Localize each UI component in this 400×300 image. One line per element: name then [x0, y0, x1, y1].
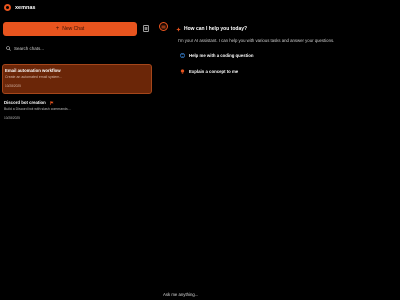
new-chat-label: New Chat [62, 26, 85, 32]
lightbulb-icon [180, 69, 185, 74]
manage-chats-icon[interactable] [143, 25, 149, 32]
welcome-title: How can I help you today? [184, 26, 248, 32]
message-composer [160, 283, 360, 300]
message-input[interactable] [160, 289, 360, 300]
new-chat-button[interactable]: + New Chat [3, 22, 137, 36]
chat-date: 10/28/2025 [4, 116, 20, 120]
brand-name: xemnas [15, 4, 36, 11]
brand-logo-icon [4, 4, 11, 11]
app-window: xemnas + New Chat Email automatio [0, 0, 400, 300]
sidebar: xemnas + New Chat Email automatio [0, 0, 156, 300]
collapse-icon [161, 25, 166, 28]
suggestion-label: Help me with a coding question [189, 53, 254, 58]
chat-date: 10/28/2025 [5, 84, 21, 88]
chat-preview: Create an automated email system... [5, 75, 63, 79]
collapse-sidebar-button[interactable] [159, 22, 168, 31]
plus-icon: + [55, 26, 60, 32]
chat-item-discord-bot[interactable]: Discord bot creation Build a Discord bot… [2, 97, 152, 124]
new-chat-row: + New Chat [3, 22, 153, 36]
welcome-heading: How can I help you today? [176, 26, 247, 32]
brand: xemnas [4, 4, 36, 11]
welcome-subtitle: I'm your AI assistant. I can help you wi… [178, 38, 335, 43]
search-icon [6, 46, 11, 51]
chat-preview: Build a Discord bot with slash commands.… [4, 107, 71, 111]
search-bar [6, 46, 134, 51]
flag-icon [50, 100, 54, 105]
suggestion-coding-question[interactable]: Help me with a coding question [180, 53, 253, 58]
code-icon [180, 53, 185, 58]
suggestion-explain-concept[interactable]: Explain a concept to me [180, 69, 238, 74]
chat-title: Email automation workflow [5, 68, 61, 73]
suggestion-label: Explain a concept to me [189, 69, 239, 74]
chat-title-row: Discord bot creation [4, 100, 54, 105]
search-input[interactable] [14, 46, 134, 51]
assistant-icon [176, 26, 181, 32]
chat-title: Discord bot creation [4, 100, 46, 105]
chat-item-email-automation[interactable]: Email automation workflow Create an auto… [2, 64, 152, 94]
chat-title-row: Email automation workflow [5, 68, 61, 73]
